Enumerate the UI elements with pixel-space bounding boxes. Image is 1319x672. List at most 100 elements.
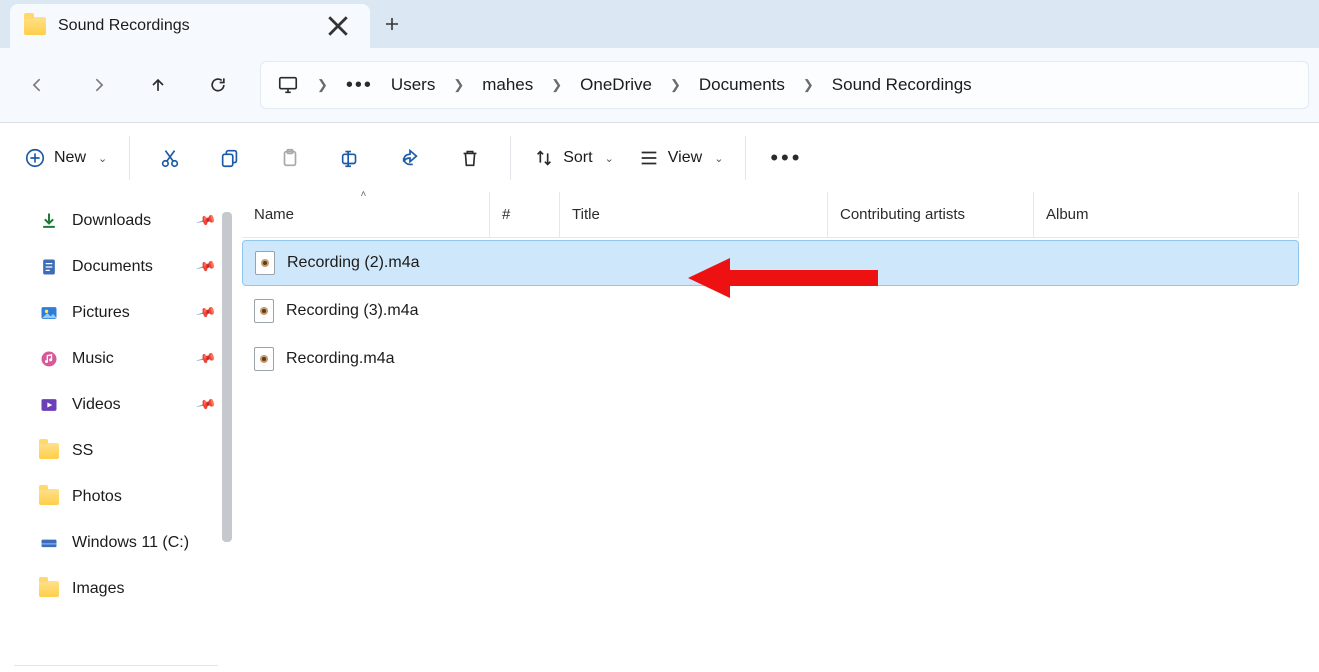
up-button[interactable] [130,61,186,109]
delete-button[interactable] [442,138,498,178]
nav-sidebar: Downloads 📌 Documents 📌 Pictures 📌 Music… [0,192,232,672]
sidebar-item-label: Images [72,580,124,598]
column-label: Title [572,206,600,223]
active-tab[interactable]: Sound Recordings [10,4,370,48]
more-button[interactable]: ••• [758,138,814,178]
column-artist[interactable]: Contributing artists [828,192,1034,237]
tab-title: Sound Recordings [58,17,312,35]
sidebar-item-label: Documents [72,258,153,276]
pictures-icon [38,302,60,324]
sidebar-item-windows-c[interactable]: Windows 11 (C:) [10,520,232,566]
column-label: Name [254,206,294,223]
file-name: Recording (3).m4a [286,302,419,320]
back-button[interactable] [10,61,66,109]
sidebar-item-label: SS [72,442,93,460]
sidebar-item-label: Music [72,350,114,368]
main-area: Downloads 📌 Documents 📌 Pictures 📌 Music… [0,192,1319,672]
audio-file-icon [254,347,274,371]
sidebar-item-ss[interactable]: SS [10,428,232,474]
column-label: Album [1046,206,1089,223]
new-button[interactable]: New ⌄ [14,138,117,178]
file-name: Recording (2).m4a [287,254,420,272]
pin-icon: 📌 [195,302,217,324]
paste-button[interactable] [262,138,318,178]
sidebar-item-documents[interactable]: Documents 📌 [10,244,232,290]
sidebar-item-label: Downloads [72,212,151,230]
chevron-down-icon: ⌄ [98,152,107,165]
column-title[interactable]: Title [560,192,828,237]
music-icon [38,348,60,370]
sidebar-item-label: Windows 11 (C:) [72,534,189,552]
refresh-button[interactable] [190,61,246,109]
sidebar-item-label: Pictures [72,304,130,322]
column-headers: ˄ Name # Title Contributing artists Albu… [242,192,1299,238]
breadcrumb-seg-mahes[interactable]: mahes [476,75,539,95]
chevron-down-icon: ⌄ [605,152,614,165]
sidebar-scrollbar[interactable] [222,212,232,542]
breadcrumb-seg-soundrec[interactable]: Sound Recordings [826,75,978,95]
folder-icon [38,486,60,508]
view-button[interactable]: View ⌄ [628,138,734,178]
separator [129,136,130,180]
sidebar-item-music[interactable]: Music 📌 [10,336,232,382]
divider [14,665,218,666]
breadcrumb-seg-users[interactable]: Users [385,75,441,95]
column-album[interactable]: Album [1034,192,1299,237]
pin-icon: 📌 [195,210,217,232]
file-name: Recording.m4a [286,350,395,368]
sort-button[interactable]: Sort ⌄ [523,138,624,178]
sidebar-item-images[interactable]: Images [10,566,232,612]
column-name[interactable]: ˄ Name [242,192,490,237]
sidebar-item-videos[interactable]: Videos 📌 [10,382,232,428]
document-icon [38,256,60,278]
breadcrumb-seg-documents[interactable]: Documents [693,75,791,95]
view-label: View [668,149,702,167]
sort-label: Sort [563,149,592,167]
file-row[interactable]: Recording (2).m4a [242,240,1299,286]
drive-icon [38,532,60,554]
share-button[interactable] [382,138,438,178]
breadcrumb-overflow[interactable]: ••• [340,74,379,97]
copy-button[interactable] [202,138,258,178]
forward-button[interactable] [70,61,126,109]
pin-icon: 📌 [195,256,217,278]
chevron-right-icon[interactable]: ❯ [664,77,687,93]
cut-button[interactable] [142,138,198,178]
sidebar-item-downloads[interactable]: Downloads 📌 [10,198,232,244]
breadcrumb-seg-onedrive[interactable]: OneDrive [574,75,658,95]
sidebar-item-photos[interactable]: Photos [10,474,232,520]
chevron-right-icon[interactable]: ❯ [797,77,820,93]
pin-icon: 📌 [195,348,217,370]
column-label: # [502,206,510,223]
videos-icon [38,394,60,416]
chevron-right-icon[interactable]: ❯ [447,77,470,93]
this-pc-icon[interactable] [271,74,305,96]
title-bar: Sound Recordings [0,0,1319,48]
chevron-right-icon[interactable]: ❯ [311,77,334,93]
separator [510,136,511,180]
toolbar: New ⌄ Sort ⌄ View ⌄ ••• [0,123,1319,193]
audio-file-icon [255,251,275,275]
close-tab-button[interactable] [324,12,352,40]
nav-row: ❯ ••• Users ❯ mahes ❯ OneDrive ❯ Documen… [0,48,1319,122]
column-number[interactable]: # [490,192,560,237]
pin-icon: 📌 [195,394,217,416]
column-label: Contributing artists [840,206,965,223]
file-list-area: ˄ Name # Title Contributing artists Albu… [232,192,1319,672]
sidebar-item-label: Videos [72,396,121,414]
folder-icon [38,578,60,600]
download-icon [38,210,60,232]
folder-icon [38,440,60,462]
new-label: New [54,149,86,167]
separator [745,136,746,180]
sidebar-item-pictures[interactable]: Pictures 📌 [10,290,232,336]
chevron-right-icon[interactable]: ❯ [545,77,568,93]
file-row[interactable]: Recording.m4a [242,336,1299,382]
rename-button[interactable] [322,138,378,178]
breadcrumb-bar[interactable]: ❯ ••• Users ❯ mahes ❯ OneDrive ❯ Documen… [260,61,1309,109]
folder-icon [24,17,46,35]
audio-file-icon [254,299,274,323]
new-tab-button[interactable] [370,0,414,48]
chevron-down-icon: ⌄ [714,152,723,165]
file-row[interactable]: Recording (3).m4a [242,288,1299,334]
